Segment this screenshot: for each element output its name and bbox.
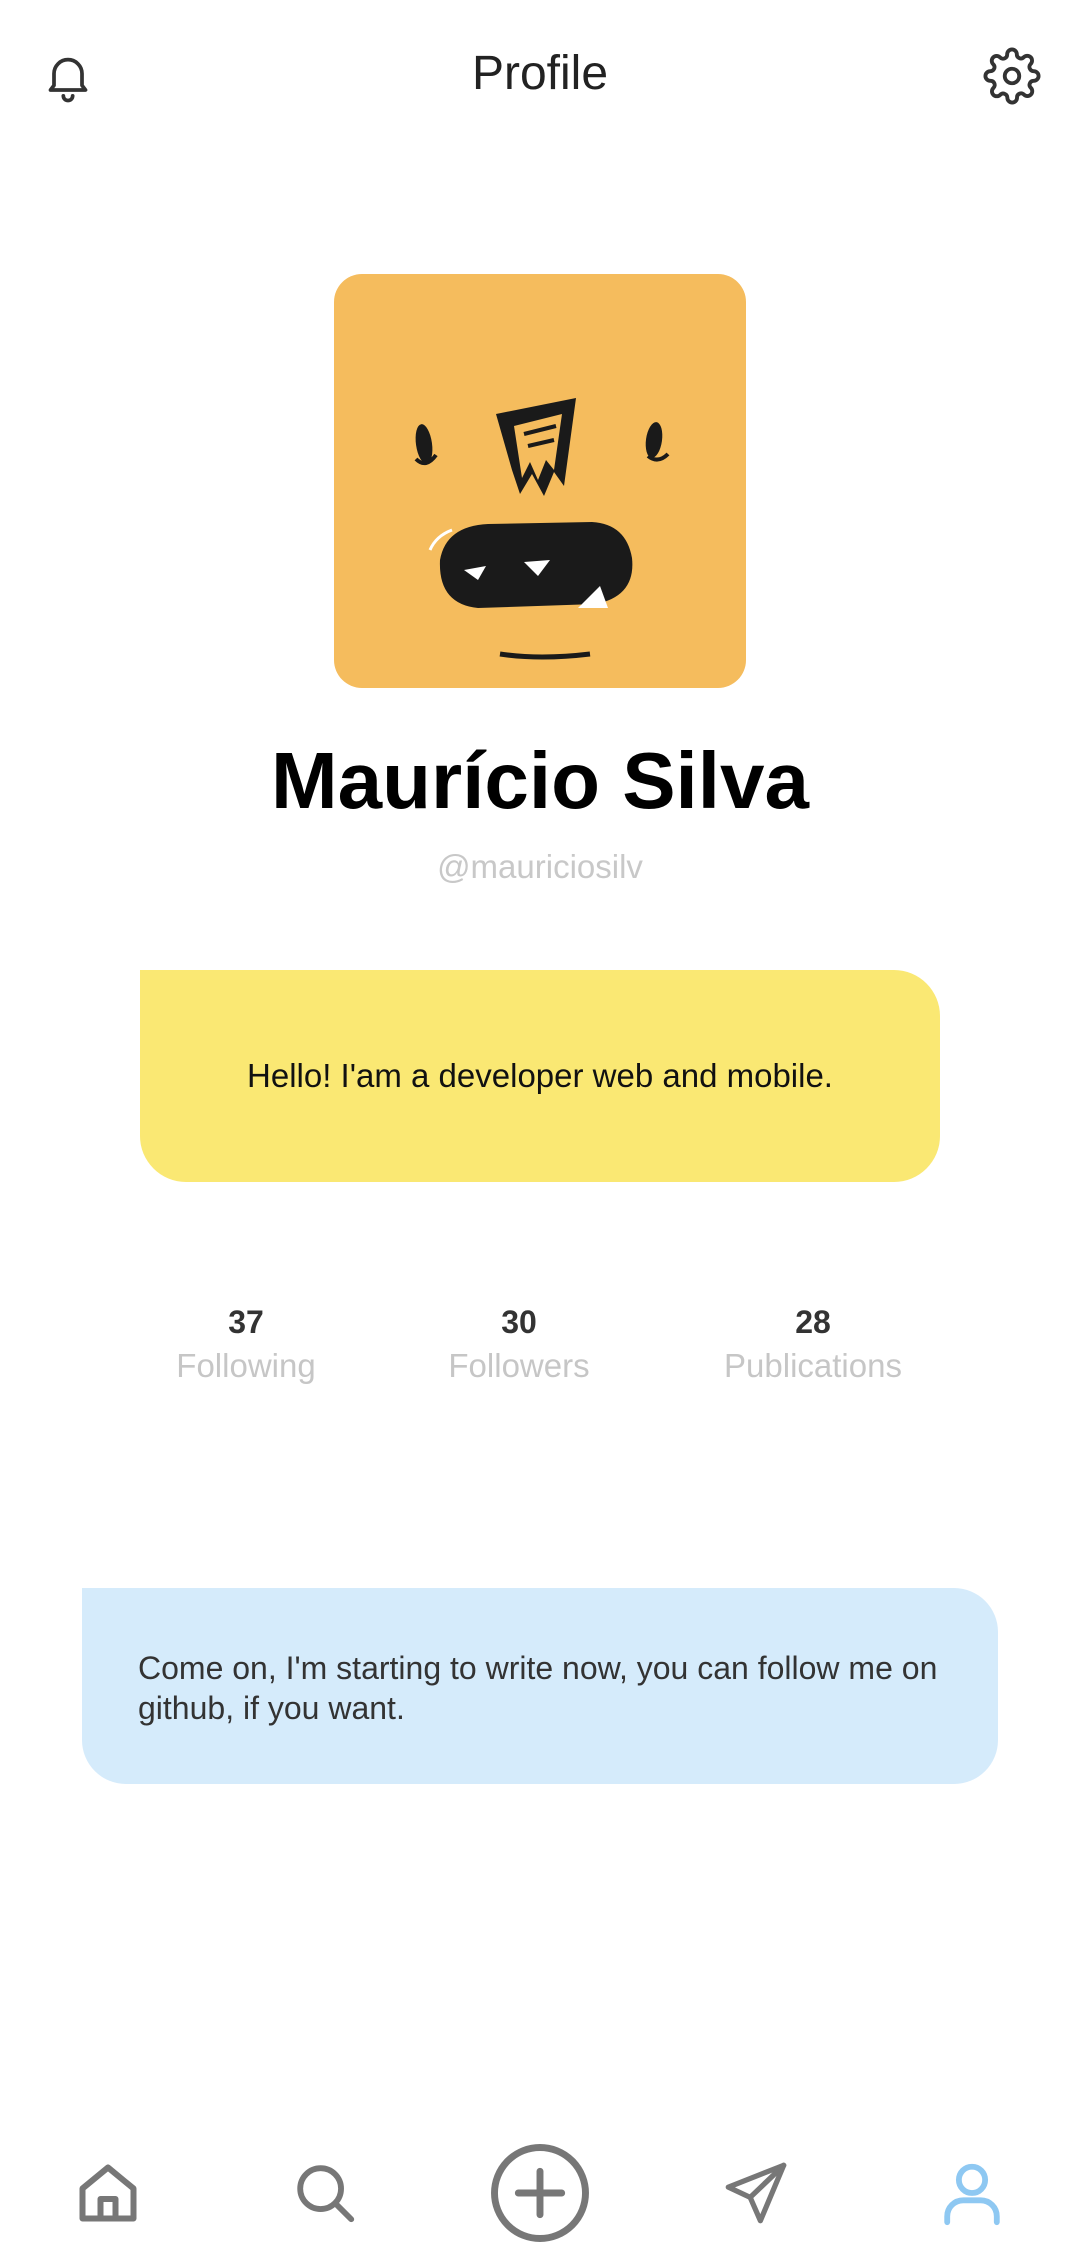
stat-label: Followers [448,1347,590,1384]
stat-followers[interactable]: 30 Followers [389,1300,649,1388]
avatar[interactable] [334,274,746,688]
page-title: Profile [471,47,609,100]
stat-label: Publications [724,1347,902,1384]
stat-value: 28 [795,1304,831,1340]
top-bar: Profile [0,0,1080,156]
gear-icon [983,47,1041,105]
tab-search[interactable] [270,2138,380,2248]
settings-button[interactable] [972,36,1052,116]
tab-home[interactable] [53,2138,163,2248]
stat-label: Following [176,1347,316,1384]
monster-face-illustration [414,398,670,660]
bio-text: Hello! I'am a developer web and mobile. [247,1057,833,1094]
post-card[interactable]: Come on, I'm starting to write now, you … [82,1588,998,1784]
profile-handle: @mauriciosilv [437,848,643,885]
user-icon [944,2163,1000,2226]
stat-value: 30 [501,1304,537,1340]
tab-messages[interactable] [701,2138,811,2248]
home-icon [79,2164,137,2222]
bio-bubble: Hello! I'am a developer web and mobile. [140,970,940,1182]
stat-following[interactable]: 37 Following [116,1300,376,1388]
bottom-tab-bar [0,2128,1080,2258]
search-icon [297,2165,355,2223]
tab-add[interactable] [485,2138,595,2248]
add-icon [491,2144,589,2242]
send-icon [725,2162,787,2224]
stats-row: 37 Following 30 Followers 28 Publication… [0,1300,1080,1400]
stat-value: 37 [228,1304,264,1340]
profile-name: Maurício Silva [271,736,809,825]
tab-profile[interactable] [917,2138,1027,2248]
stat-publications[interactable]: 28 Publications [683,1300,943,1388]
post-text: Come on, I'm starting to write now, you … [138,1650,938,1726]
